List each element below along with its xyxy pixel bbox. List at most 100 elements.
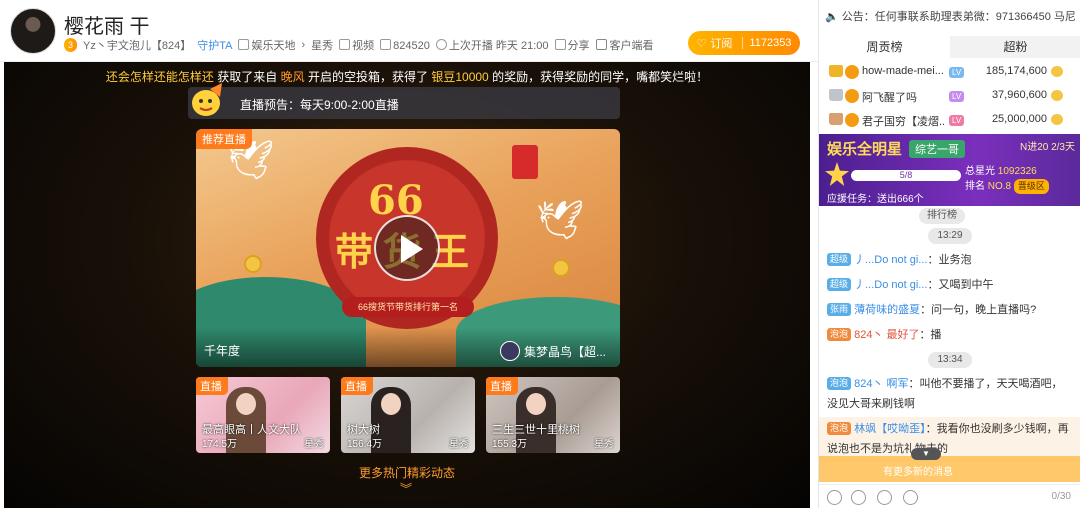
video-stage: 还会怎样还能怎样还 获取了来自 晚风 开启的空投箱，获得了 银豆10000 的奖… xyxy=(4,62,810,508)
poster-ribbon: 66搜货节带货排行第一名 xyxy=(342,297,474,317)
chat-message: 超级 丿...Do not gi...：业务泡 xyxy=(819,248,1080,273)
chevron-down-icon[interactable]: ︾ xyxy=(400,480,412,497)
fan-badge: 张雨 xyxy=(827,303,852,316)
live-thumbnail[interactable]: 直播 树大树 156.4万 星秀 xyxy=(341,377,475,453)
user-level-badge: LV xyxy=(949,91,965,102)
banner-text-3: 的奖励，获得奖励的同学，嘴都笑烂啦！ xyxy=(492,70,709,84)
recommended-live-card[interactable]: 66 带货王 66搜货节带货排行第一名 🕊 🕊 推荐直播 千年度 集梦晶鸟【超.… xyxy=(196,129,620,367)
new-messages-bar[interactable]: ▼ 有更多新的消息 xyxy=(819,448,1080,482)
follow-label: 订阅 xyxy=(710,38,733,50)
chat-user[interactable]: 824丶 xyxy=(854,329,883,341)
promo-info: 总星光 1092326 排名 NO.8 晋级区 xyxy=(965,164,1075,194)
rank-label: 排名 xyxy=(965,181,985,192)
streamer-face xyxy=(526,393,546,415)
breadcrumb-separator: › xyxy=(301,39,306,51)
input-char-count: 0/30 xyxy=(1051,491,1071,502)
rank-row[interactable]: 阿飞醒了吗 LV 37,960,600 xyxy=(819,84,1080,108)
live-badge: 直播 xyxy=(341,377,373,395)
live-preview-bar: 直播预告：每天9:00-2:00直播 xyxy=(188,83,620,119)
tab-weekly-contribution[interactable]: 周贡榜 xyxy=(819,36,950,58)
fan-badge: 超级 xyxy=(827,278,852,291)
client-watch-checkbox[interactable]: 客户端看 xyxy=(595,37,654,53)
video-icon xyxy=(339,39,351,50)
thumb-views: 155.3万 xyxy=(492,439,528,450)
chat-text: ：播 xyxy=(919,329,942,341)
red-envelope-icon xyxy=(512,145,538,179)
banner-reward: 银豆10000 xyxy=(431,70,489,84)
user-level-badge: LV xyxy=(949,67,965,78)
contribution-rank-list: how-made-mei... LV 185,174,600 阿飞醒了吗 LV … xyxy=(819,60,1080,132)
more-live-list: 直播 最高眼高丨人文大队 174.5万 星秀 直播 树大树 156.4万 星秀 xyxy=(196,377,620,453)
gift-icon[interactable] xyxy=(903,490,918,505)
chat-user[interactable]: 薄荷味的盛夏 xyxy=(854,304,920,316)
promo-task: 应援任务：送出666个 xyxy=(827,194,924,205)
rank-score: 25,000,000 xyxy=(991,113,1047,125)
live-thumbnail[interactable]: 直播 最高眼高丨人文大队 174.5万 星秀 xyxy=(196,377,330,453)
crown-icon xyxy=(829,113,843,125)
last-live: 上次开播 昨天 21:00 xyxy=(435,37,549,53)
room-header: 樱花雨 干 3 Yz丶宇文泡儿【824】 守护TA 娱乐天地 › 星秀 视频 8… xyxy=(0,0,818,62)
main-panel: 樱花雨 干 3 Yz丶宇文泡儿【824】 守护TA 娱乐天地 › 星秀 视频 8… xyxy=(0,0,818,508)
emoji-icon[interactable] xyxy=(827,490,842,505)
chat-user[interactable]: 丿...Do not gi... xyxy=(854,254,927,266)
all-star-promo-banner[interactable]: 娱乐全明星 综艺一哥 N进20 2/3天 5/8 总星光 1092326 排名 … xyxy=(819,134,1080,206)
thumb-category: 星秀 xyxy=(304,439,324,450)
clock-icon xyxy=(435,39,447,50)
card-anchor[interactable]: 集梦晶鸟【超... xyxy=(499,341,606,361)
mascot-icon xyxy=(192,83,222,116)
more-live-link[interactable]: 更多热门精彩动态 xyxy=(4,464,810,481)
chat-user[interactable]: 丿...Do not gi... xyxy=(854,279,927,291)
chat-message: 超级 丿...Do not gi...：又喝到中午 xyxy=(819,273,1080,298)
share-icon xyxy=(554,39,566,50)
fan-badge: 泡泡 xyxy=(827,422,852,435)
star-icon xyxy=(825,162,849,186)
rank-user-name: 阿飞醒了吗 xyxy=(862,92,917,104)
sticker-icon[interactable] xyxy=(851,490,866,505)
coin-icon xyxy=(1051,90,1063,101)
checkbox-icon xyxy=(595,39,607,50)
user-level-badge: LV xyxy=(949,115,965,126)
fan-badge-icon[interactable] xyxy=(877,490,892,505)
announcement-text: 公告：任何事联系助理表弟微：971366450 马尼 xyxy=(841,11,1076,23)
live-thumbnail[interactable]: 直播 三生三世十里桃树 155.3万 星秀 xyxy=(486,377,620,453)
rank-value: NO.8 xyxy=(987,181,1012,192)
play-button-icon[interactable] xyxy=(374,215,440,281)
rank-row[interactable]: how-made-mei... LV 185,174,600 xyxy=(819,60,1080,84)
chat-user-nick[interactable]: 最好了 xyxy=(887,329,920,341)
anchor-avatar[interactable] xyxy=(10,8,56,54)
airdrop-banner: 还会怎样还能怎样还 获取了来自 晚风 开启的空投箱，获得了 银豆10000 的奖… xyxy=(4,68,810,85)
share-button[interactable]: 分享 xyxy=(554,37,590,53)
app-root: 樱花雨 干 3 Yz丶宇文泡儿【824】 守护TA 娱乐天地 › 星秀 视频 8… xyxy=(0,0,1080,508)
video-link[interactable]: 视频 xyxy=(339,37,374,53)
chat-user[interactable]: 824丶 xyxy=(854,378,883,390)
promo-stage: N进20 2/3天 xyxy=(1019,142,1075,153)
room-title: 樱花雨 干 xyxy=(64,16,150,38)
rank-row[interactable]: 君子国穷【凌熠... LV 25,000,000 xyxy=(819,108,1080,132)
rank-tabs: 周贡榜 超粉 xyxy=(819,36,1080,58)
subcategory-link[interactable]: 星秀 xyxy=(311,37,333,53)
heart-icon: ♡ xyxy=(696,37,707,50)
chat-user[interactable]: 林飒【哎呦歪】 xyxy=(854,423,926,435)
room-id: 824520 xyxy=(380,38,430,52)
promo-tag: 综艺一哥 xyxy=(909,140,965,158)
banner-text-2: 开启的空投箱，获得了 xyxy=(307,70,428,84)
star-total: 1092326 xyxy=(997,166,1037,177)
follow-button[interactable]: ♡ 订阅 1172353 xyxy=(688,31,800,55)
thumb-category: 星秀 xyxy=(594,439,614,450)
leaderboard-button[interactable]: 排行榜 xyxy=(919,208,965,224)
anchor-avatar-small xyxy=(499,341,520,361)
tab-super-fans[interactable]: 超粉 xyxy=(950,36,1080,58)
speaker-icon: 🔈 xyxy=(825,11,839,23)
fan-badge: 泡泡 xyxy=(827,328,852,341)
play-icon xyxy=(238,39,250,50)
category-link[interactable]: 娱乐天地 xyxy=(238,37,295,53)
room-owner: Yz丶宇文泡儿【824】 xyxy=(83,40,192,52)
chat-text: ：问一句，晚上直播吗? xyxy=(920,304,1037,316)
new-messages-text: 有更多新的消息 xyxy=(883,467,953,478)
rank-user-name: 君子国穷【凌熠... xyxy=(862,116,946,128)
guard-link[interactable]: 守护TA xyxy=(197,37,232,53)
chat-user-nick[interactable]: 啊军 xyxy=(887,378,909,390)
card-title: 千年度 xyxy=(204,344,241,358)
fan-badge-icon xyxy=(845,65,859,79)
chat-message: 泡泡 824丶 啊军：叫他不要播了，天天喝酒吧，没见大哥来刷钱啊 xyxy=(819,372,1080,417)
